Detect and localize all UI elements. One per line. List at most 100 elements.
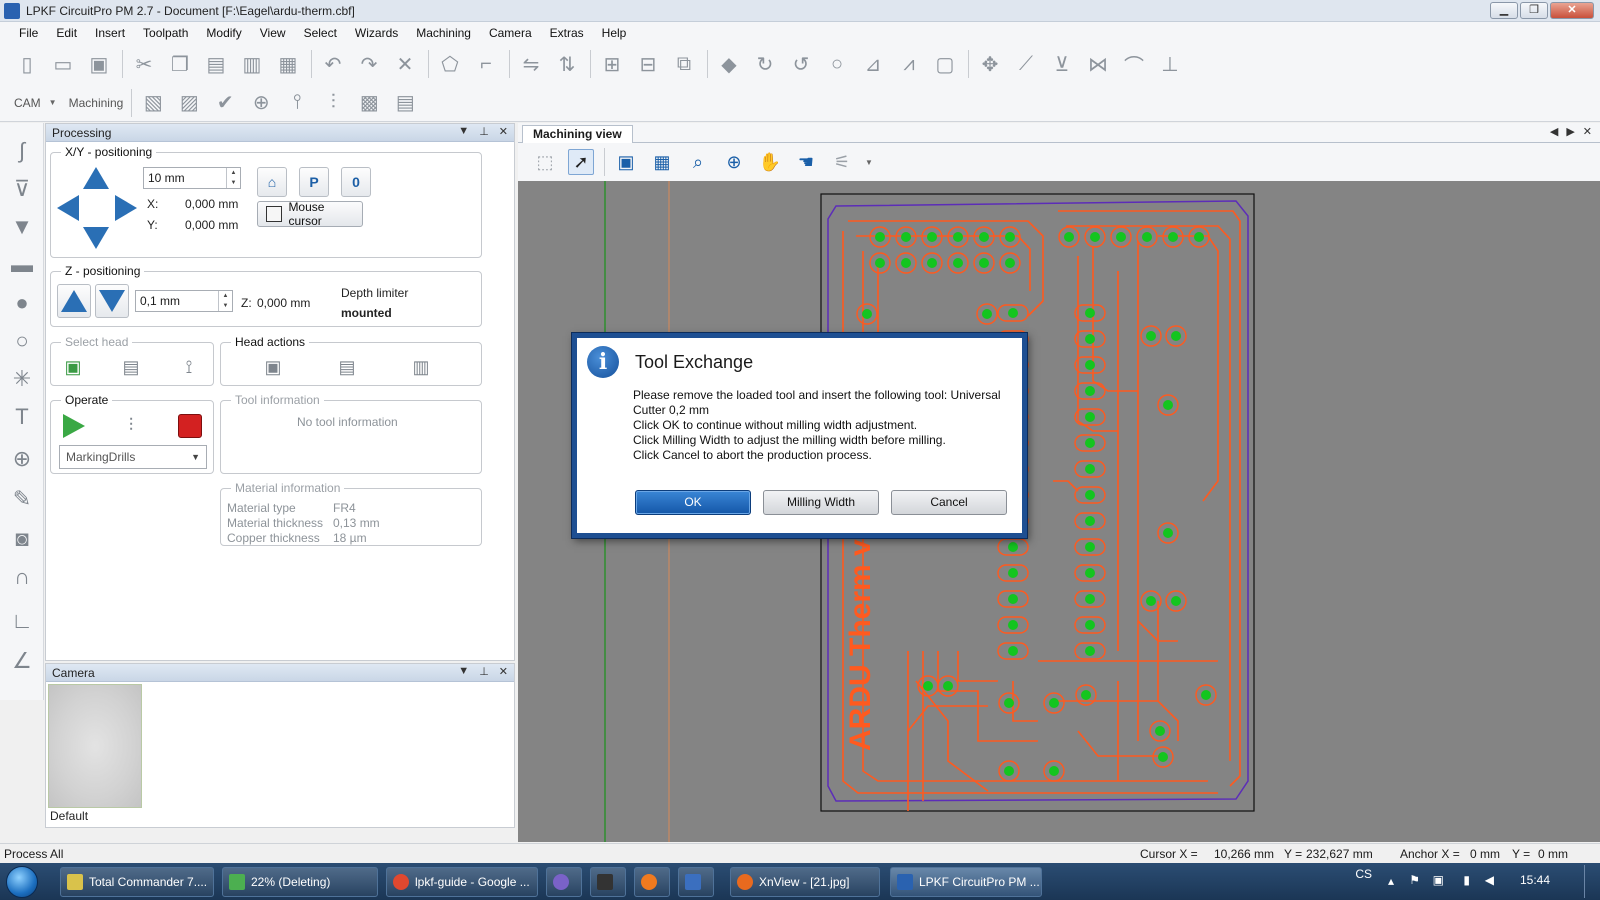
flip-icon[interactable]: ⇅ [554, 51, 580, 77]
menu-file[interactable]: File [10, 26, 47, 40]
polygon-edit-icon[interactable]: ⬠ [437, 51, 463, 77]
pin-icon[interactable]: ⊥ [479, 665, 489, 678]
close-icon[interactable]: ✕ [1583, 125, 1592, 138]
cam-label[interactable]: CAM [14, 96, 41, 110]
z-down-button[interactable] [95, 284, 129, 318]
minimize-button[interactable]: ▁ [1490, 2, 1518, 19]
edit-shape-icon[interactable]: ✎ [8, 485, 36, 513]
measure-distance-icon[interactable]: ⊻ [1049, 51, 1075, 77]
clock[interactable]: 15:44 [1520, 873, 1550, 887]
menu-edit[interactable]: Edit [47, 26, 86, 40]
move-down-button[interactable] [81, 223, 111, 253]
text-icon[interactable]: T [8, 403, 36, 431]
menu-view[interactable]: View [251, 26, 295, 40]
asterisk-icon[interactable]: ✳ [8, 365, 36, 393]
zoom-all-icon[interactable]: ▣ [613, 149, 639, 175]
move-up-button[interactable] [81, 163, 111, 193]
circle-icon[interactable]: ○ [824, 51, 850, 77]
xy-step-input[interactable]: 10 mm ▲ ▼ [143, 167, 241, 189]
lasso-select-icon[interactable]: ⬚ [532, 149, 558, 175]
rectangle-icon[interactable]: ▬ [8, 251, 36, 279]
cut-icon[interactable]: ✂ [131, 51, 157, 77]
task-app-3[interactable] [678, 867, 714, 897]
show-desktop-button[interactable] [1584, 865, 1596, 898]
zoom-icon[interactable]: ⊕ [721, 149, 747, 175]
undo-icon[interactable]: ↶ [320, 51, 346, 77]
mirror-icon[interactable]: ⇋ [518, 51, 544, 77]
cancel-button[interactable]: Cancel [891, 490, 1007, 515]
language-indicator[interactable]: CS [1355, 867, 1372, 881]
close-icon[interactable]: ✕ [499, 125, 508, 138]
dispenser-head-icon[interactable]: ⟟ [175, 353, 203, 381]
head-down-icon[interactable]: ▤ [333, 353, 361, 381]
node-edit-icon[interactable]: ⌐ [473, 51, 499, 77]
align-icon[interactable]: ⩘ [896, 51, 922, 77]
z-step-input[interactable]: 0,1 mm ▲ ▼ [135, 290, 233, 312]
task-app-2[interactable] [590, 867, 626, 897]
network-icon[interactable]: ▮ [1463, 873, 1470, 887]
start-button[interactable] [6, 866, 38, 898]
ungroup-icon[interactable]: ⊟ [635, 51, 661, 77]
device-icon[interactable]: ▣ [1433, 873, 1444, 887]
fill-icon[interactable]: ◆ [716, 51, 742, 77]
step-process-icon[interactable]: ⫶ [117, 411, 145, 439]
polyline-icon[interactable]: ⊽ [8, 175, 36, 203]
copy-icon[interactable]: ❐ [167, 51, 193, 77]
menu-camera[interactable]: Camera [480, 26, 541, 40]
pin-icon[interactable]: ⊥ [479, 125, 489, 138]
chevron-down-icon[interactable]: ▼ [458, 665, 469, 678]
lock-icon[interactable]: ▢ [932, 51, 958, 77]
material-icon[interactable]: ▩ [356, 90, 382, 116]
menu-wizards[interactable]: Wizards [346, 26, 407, 40]
zero-position-button[interactable]: 0 [341, 167, 371, 197]
machine-settings-icon[interactable]: ▤ [392, 90, 418, 116]
paste-icon[interactable]: ▤ [203, 51, 229, 77]
task-chrome[interactable]: lpkf-guide - Google ... [386, 867, 538, 897]
arrange-icon[interactable]: ⧉ [671, 51, 697, 77]
curve-icon[interactable]: ∫ [8, 137, 36, 165]
tool-library-icon[interactable]: ⫯ [284, 90, 310, 116]
menu-help[interactable]: Help [593, 26, 636, 40]
maximize-button[interactable]: ❐ [1520, 2, 1548, 19]
zoom-window-icon[interactable]: ⌕ [685, 149, 711, 175]
flag-icon[interactable]: ⚑ [1409, 873, 1420, 887]
pointer-icon[interactable]: ➚ [568, 149, 594, 175]
task-lpkf[interactable]: LPKF CircuitPro PM ... [890, 867, 1042, 897]
tab-machining-view[interactable]: Machining view [522, 125, 633, 143]
menu-toolpath[interactable]: Toolpath [134, 26, 197, 40]
camera-snapshot-icon[interactable]: ◙ [8, 525, 36, 553]
snap-icon[interactable]: ⚟ [829, 149, 855, 175]
camera-head-icon[interactable]: ▤ [117, 353, 145, 381]
polygon-icon[interactable]: ▼ [8, 213, 36, 241]
chevron-down-icon[interactable]: ▼ [49, 98, 57, 107]
distort-icon[interactable]: ⊿ [860, 51, 886, 77]
print-icon[interactable]: ▦ [275, 51, 301, 77]
spin-arrows-icon[interactable]: ▲ ▼ [218, 291, 232, 311]
spin-arrows-icon[interactable]: ▲ ▼ [226, 168, 240, 188]
chevron-up-icon[interactable]: ▴ [1388, 874, 1394, 888]
head-measure-icon[interactable]: ▥ [407, 353, 435, 381]
new-file-icon[interactable]: ▯ [14, 51, 40, 77]
start-button[interactable] [59, 411, 89, 441]
save-icon[interactable]: ▣ [86, 51, 112, 77]
machining-label[interactable]: Machining [69, 96, 124, 110]
tool-change-icon[interactable]: ▣ [259, 353, 287, 381]
milling-width-button[interactable]: Milling Width [763, 490, 879, 515]
process-icon[interactable]: ✔ [212, 90, 238, 116]
crosshair-icon[interactable]: ⊕ [8, 445, 36, 473]
task-total-commander[interactable]: Total Commander 7.... [60, 867, 214, 897]
task-firefox[interactable] [634, 867, 670, 897]
redo-icon[interactable]: ↷ [356, 51, 382, 77]
home-position-button[interactable]: ⌂ [257, 167, 287, 197]
rotate-ccw-icon[interactable]: ↺ [788, 51, 814, 77]
menu-extras[interactable]: Extras [541, 26, 593, 40]
task-app-1[interactable] [546, 867, 582, 897]
mouse-cursor-button[interactable]: Mouse cursor [257, 200, 363, 228]
volume-icon[interactable]: ◀ [1485, 873, 1494, 887]
task-xnview[interactable]: XnView - [21.jpg] [730, 867, 880, 897]
rotate-icon[interactable]: ↻ [752, 51, 778, 77]
ok-button[interactable]: OK [635, 490, 751, 515]
phase-select[interactable]: MarkingDrills ▼ [59, 445, 207, 469]
board-production-icon[interactable]: ▨ [176, 90, 202, 116]
measure-line-icon[interactable]: ⟋ [1013, 51, 1039, 77]
